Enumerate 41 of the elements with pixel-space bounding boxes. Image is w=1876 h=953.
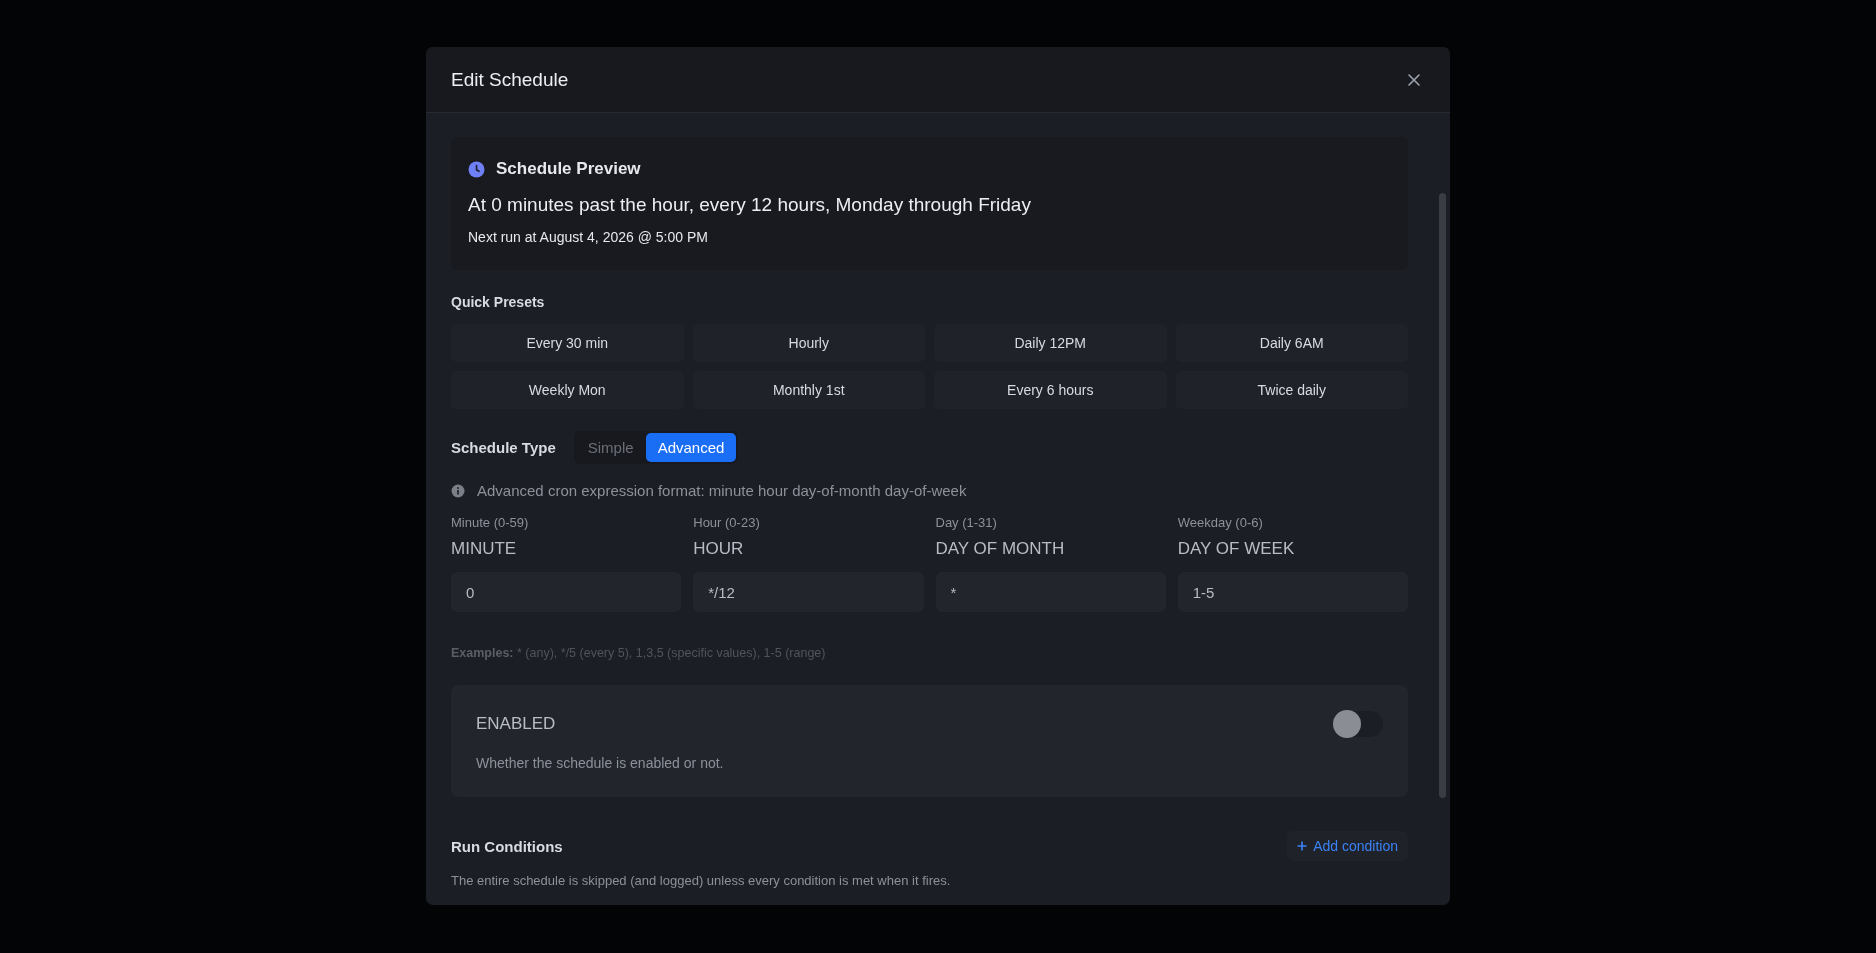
field-hint: Minute (0-59) [451,515,530,530]
field-hint: Hour (0-23) [693,515,761,530]
field-label: HOUR [693,539,745,559]
field-label: MINUTE [451,539,518,559]
enabled-label: ENABLED [476,714,556,734]
preset-button[interactable]: Every 30 min [451,324,684,362]
preset-button[interactable]: Weekly Mon [451,371,684,409]
next-run-text: Next run at August 4, 2026 @ 5:00 PM [468,229,709,245]
field-hint: Day (1-31) [935,515,998,530]
scrollbar-thumb[interactable] [1438,193,1446,798]
preset-button[interactable]: Twice daily [1175,371,1408,409]
field-label: DAY OF WEEK [1177,539,1296,559]
section-label: Quick Presets [451,294,546,310]
cron-input-field[interactable]: * [935,572,1166,612]
preview-title: Schedule Preview [496,159,641,179]
schedule-description: At 0 minutes past the hour, every 12 hours, Monday through Friday [468,194,1032,216]
run-conditions-description: The entire schedule is skipped (and logged) unless every condition is met when it fires. [451,873,952,888]
close-icon [1407,72,1421,87]
clock-icon [468,160,485,178]
cron-input-field[interactable]: 1-5 [1177,572,1408,612]
preset-button[interactable]: Daily 12PM [934,324,1167,362]
add-condition-button[interactable]: Add condition [1287,831,1408,861]
preset-button[interactable]: Monthly 1st [692,371,925,409]
schedule-type-label: Schedule Type [451,439,556,456]
cron-input-field[interactable]: 0 [451,572,682,612]
run-conditions-title: Run Conditions [451,837,563,855]
plus-icon [1297,841,1308,851]
preset-button[interactable]: Hourly [692,324,925,362]
field-label: DAY OF MONTH [935,539,1066,559]
info-icon [451,483,465,498]
field-hint: Weekday (0-6) [1177,515,1264,530]
dialog-title: Edit Schedule [451,68,569,91]
examples-text: Examples: * (any), */5 (every 5), 1,3,5 (specific values), 1-5 (range) [451,646,827,660]
enabled-switch[interactable] [1333,711,1383,737]
info-text: Advanced cron expression format: minute hour day-of-month day-of-week [477,482,967,499]
preset-button[interactable]: Every 6 hours [934,371,1167,409]
enabled-description: Whether the schedule is enabled or not. [476,755,725,771]
schedule-type-option[interactable]: Simple [575,433,646,462]
preset-button[interactable]: Daily 6AM [1175,324,1408,362]
schedule-type-option[interactable]: Advanced [645,433,737,462]
cron-input-field[interactable]: */12 [693,572,924,612]
